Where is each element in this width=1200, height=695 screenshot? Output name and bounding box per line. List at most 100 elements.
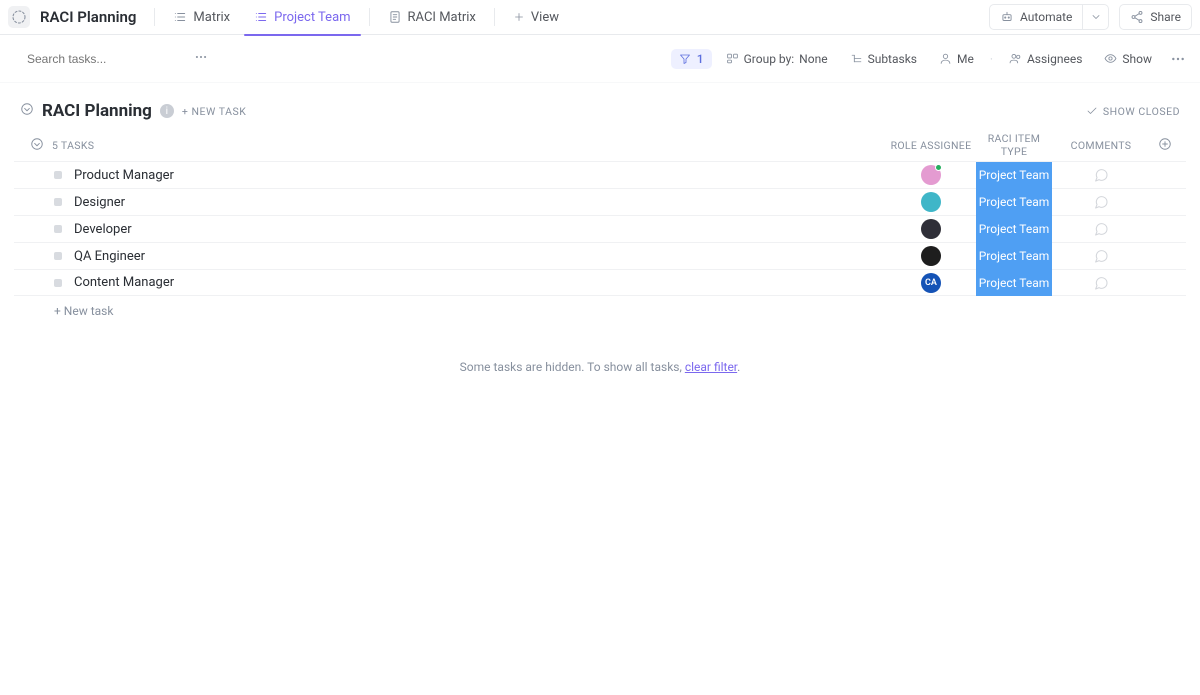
chat-icon <box>1093 275 1109 291</box>
status-column-toggle[interactable] <box>30 137 44 154</box>
column-header-type[interactable]: RACI ITEM TYPE <box>976 132 1052 158</box>
column-header-assignee[interactable]: ROLE ASSIGNEE <box>886 139 976 152</box>
type-chip[interactable]: Project Team <box>976 189 1052 216</box>
plus-circle-icon <box>1158 137 1172 151</box>
group-by-button[interactable]: Group by: None <box>718 48 836 70</box>
task-row[interactable]: Designer Project Team <box>14 188 1186 215</box>
new-task-header-button[interactable]: + NEW TASK <box>182 105 247 118</box>
task-name: Product Manager <box>74 168 886 183</box>
separator <box>494 8 495 26</box>
person-icon <box>939 52 952 65</box>
new-task-row[interactable]: + New task <box>14 296 1186 326</box>
group-by-label: Group by: <box>744 52 795 66</box>
separator: · <box>988 52 995 66</box>
avatar[interactable] <box>921 219 941 239</box>
task-row[interactable]: Product Manager Project Team <box>14 161 1186 188</box>
group-by-value: None <box>799 52 827 66</box>
avatar[interactable] <box>921 192 941 212</box>
column-header-comments[interactable]: COMMENTS <box>1052 139 1150 152</box>
presence-dot <box>935 164 942 171</box>
tab-raci-matrix[interactable]: RACI Matrix <box>378 0 486 35</box>
automate-dropdown[interactable] <box>1083 4 1109 30</box>
drag-handle[interactable] <box>54 252 62 260</box>
tab-label: Matrix <box>193 10 230 25</box>
show-label: Show <box>1122 52 1152 66</box>
search-input[interactable] <box>27 52 182 66</box>
drag-handle[interactable] <box>54 198 62 206</box>
assignees-button[interactable]: Assignees <box>1001 48 1090 70</box>
group-icon <box>726 52 739 65</box>
drag-handle[interactable] <box>54 171 62 179</box>
subtasks-button[interactable]: Subtasks <box>842 48 925 70</box>
type-chip[interactable]: Project Team <box>976 269 1052 296</box>
group-header: RACI Planning i + NEW TASK SHOW CLOSED <box>14 93 1186 129</box>
hidden-tasks-message: Some tasks are hidden. To show all tasks… <box>14 360 1186 374</box>
task-list: Product Manager Project Team Designer Proje… <box>14 161 1186 296</box>
type-chip[interactable]: Project Team <box>976 243 1052 270</box>
comments-button[interactable] <box>1052 221 1150 237</box>
assignees-label: Assignees <box>1027 52 1082 66</box>
comments-button[interactable] <box>1052 167 1150 183</box>
add-view-button[interactable]: View <box>503 0 569 35</box>
more-button[interactable] <box>1166 47 1190 71</box>
me-label: Me <box>957 52 974 66</box>
me-button[interactable]: Me <box>931 48 982 70</box>
comments-button[interactable] <box>1052 248 1150 264</box>
add-column-button[interactable] <box>1150 137 1180 154</box>
task-name: Content Manager <box>74 275 886 290</box>
workspace-icon <box>8 6 30 28</box>
chat-icon <box>1093 221 1109 237</box>
filter-count: 1 <box>697 52 704 66</box>
list-icon <box>254 10 268 24</box>
robot-icon <box>1000 10 1014 24</box>
comments-button[interactable] <box>1052 275 1150 291</box>
task-count: 5 TASKS <box>52 139 94 152</box>
task-name: Designer <box>74 195 886 210</box>
automate-button[interactable]: Automate <box>989 4 1083 30</box>
search-more-button[interactable] <box>190 48 212 69</box>
search-box[interactable] <box>10 43 170 74</box>
clear-filter-link[interactable]: clear filter <box>685 360 737 374</box>
avatar[interactable]: CA <box>921 273 941 293</box>
task-row[interactable]: Developer Project Team <box>14 215 1186 242</box>
chevron-down-icon <box>1090 11 1102 23</box>
tab-matrix[interactable]: Matrix <box>163 0 240 35</box>
automate-label: Automate <box>1020 10 1072 24</box>
share-label: Share <box>1150 10 1181 24</box>
show-closed-button[interactable]: SHOW CLOSED <box>1086 105 1180 118</box>
filter-icon <box>679 53 691 65</box>
comments-button[interactable] <box>1052 194 1150 210</box>
task-row[interactable]: Content Manager CA Project Team <box>14 269 1186 296</box>
share-button[interactable]: Share <box>1119 4 1192 30</box>
type-chip[interactable]: Project Team <box>976 216 1052 243</box>
info-icon[interactable]: i <box>160 104 174 118</box>
share-icon <box>1130 10 1144 24</box>
eye-icon <box>1104 52 1117 65</box>
task-name: QA Engineer <box>74 249 886 264</box>
chevron-down-circle-icon <box>30 137 44 151</box>
drag-handle[interactable] <box>54 279 62 287</box>
subtasks-icon <box>850 52 863 65</box>
tab-project-team[interactable]: Project Team <box>244 0 360 35</box>
type-chip[interactable]: Project Team <box>976 162 1052 189</box>
separator <box>369 8 370 26</box>
view-toolbar: 1 Group by: None Subtasks Me · Assignees… <box>0 35 1200 83</box>
avatar[interactable] <box>921 246 941 266</box>
workspace-title: RACI Planning <box>40 8 136 26</box>
more-horizontal-icon <box>1170 51 1186 67</box>
top-bar: RACI Planning Matrix Project Team RACI M… <box>0 0 1200 35</box>
task-row[interactable]: QA Engineer Project Team <box>14 242 1186 269</box>
hidden-tasks-text: Some tasks are hidden. To show all tasks… <box>460 360 685 374</box>
show-button[interactable]: Show <box>1096 48 1160 70</box>
automate-button-group: Automate <box>989 4 1109 30</box>
filter-badge[interactable]: 1 <box>671 49 712 69</box>
task-name: Developer <box>74 222 886 237</box>
add-view-label: View <box>531 10 559 25</box>
people-icon <box>1009 52 1022 65</box>
collapse-toggle[interactable] <box>20 102 34 120</box>
column-header-row: 5 TASKS ROLE ASSIGNEE RACI ITEM TYPE COM… <box>14 129 1186 161</box>
drag-handle[interactable] <box>54 225 62 233</box>
more-horizontal-icon <box>194 50 208 64</box>
avatar[interactable] <box>921 165 941 185</box>
show-closed-label: SHOW CLOSED <box>1103 105 1180 118</box>
